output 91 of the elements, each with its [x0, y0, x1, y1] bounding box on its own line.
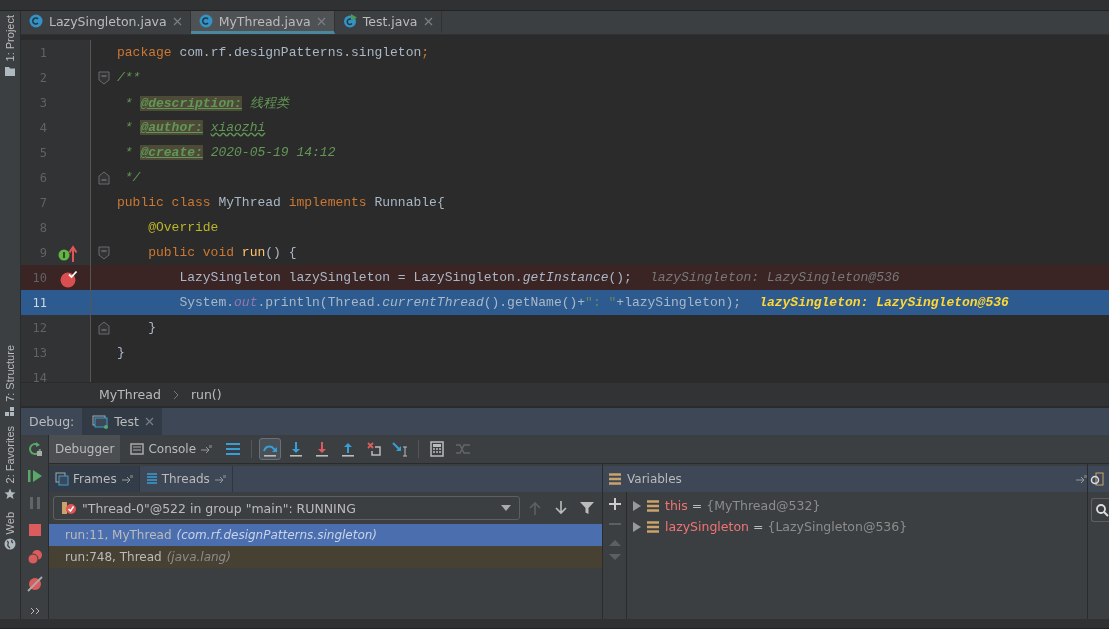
close-icon [172, 16, 182, 26]
list-icon [225, 441, 242, 457]
code-line: /** [117, 70, 141, 85]
close-icon [423, 16, 433, 26]
star-icon [4, 487, 16, 500]
fold-icon [98, 170, 110, 185]
search-field[interactable] [1091, 498, 1109, 522]
code-line: LazySingleton lazySingleton = LazySingleton.getInstance(); [178, 270, 632, 285]
code-line: } [147, 320, 156, 335]
line-number: 10 [31, 270, 47, 285]
code-line: */ [123, 170, 141, 185]
structure-icon [4, 406, 16, 419]
tool-window-button[interactable]: 2: Favorites [4, 426, 16, 500]
code-line: System.out.println(Thread.currentThread().getName()+": "+lazySingleton); [178, 295, 742, 310]
search-icon [1095, 503, 1109, 517]
code-line: public class MyThread implements Runnable{ [117, 195, 445, 210]
editor-tab[interactable]: LazySingleton.java [21, 11, 191, 34]
session-tab[interactable]: Test [82, 408, 162, 435]
stack-frame[interactable]: run:11, MyThread (com.rf.designPatterns.singleton) [49, 524, 602, 546]
class-run-icon [342, 14, 357, 28]
line-number: 11 [31, 295, 47, 310]
panel-tab[interactable]: Frames [49, 466, 140, 492]
code-line: } [117, 345, 125, 360]
editor-tab[interactable]: MyThread.java [190, 11, 335, 34]
variable-entry[interactable]: this = {MyThread@532} [665, 498, 821, 513]
drop-frame-icon [366, 441, 383, 457]
debug-tab[interactable]: Debugger [49, 435, 121, 463]
down-triangle-icon [608, 554, 621, 562]
stack-frame[interactable]: run:748, Thread (java.lang) [49, 546, 602, 568]
resume-icon [26, 468, 43, 485]
panel-tab[interactable]: Threads [139, 466, 233, 492]
code-line: @Override [147, 220, 219, 235]
folder-icon [4, 65, 16, 78]
field-icon [647, 520, 659, 533]
fold-icon [98, 245, 110, 260]
debug-tab[interactable]: Console [124, 435, 219, 463]
variables-header: Variables [603, 466, 1087, 492]
inline-value-hint: lazySingleton: LazySingleton@536 [649, 270, 900, 285]
tool-window-button[interactable]: Web [4, 511, 16, 551]
thread-dropdown[interactable]: "Thread-0"@522 in group "main": RUNNING [53, 496, 520, 520]
mute-breakpoints-icon [26, 575, 43, 592]
fold-icon [98, 70, 110, 85]
up-triangle-icon [608, 538, 621, 546]
editor-tab[interactable]: Test.java [334, 11, 442, 34]
pin-icon [213, 474, 226, 484]
breadcrumb-item[interactable]: MyThread [99, 387, 161, 402]
run-to-cursor-icon [392, 441, 409, 457]
variable-entry[interactable]: lazySingleton = {LazySingleton@536} [665, 519, 908, 534]
thread-breakpoint-icon [62, 501, 76, 515]
variables-icon [609, 473, 621, 485]
tool-window-button[interactable]: 1: Project [4, 15, 16, 78]
down-arrow-icon [555, 501, 567, 515]
globe-icon [4, 538, 16, 551]
watches-icon [1090, 472, 1104, 486]
console-icon [130, 442, 145, 456]
plus-icon [608, 498, 621, 510]
up-arrow-icon [529, 501, 541, 515]
close-icon [144, 417, 154, 426]
breakpoints-icon [26, 548, 43, 565]
expand-arrow-icon[interactable] [633, 500, 641, 511]
tool-window-button[interactable]: 7: Structure [4, 345, 16, 419]
close-icon [316, 16, 326, 26]
pin-icon [120, 474, 133, 484]
class-icon [198, 14, 213, 28]
code-line: * @author: xiaozhi [123, 120, 266, 135]
pin-icon [200, 444, 213, 454]
console-icon [92, 414, 109, 429]
fold-icon [98, 320, 110, 335]
class-icon [29, 14, 43, 28]
force-step-into-icon [314, 441, 331, 457]
rerun-icon [26, 441, 43, 458]
calculator-icon [429, 441, 446, 457]
panel-title: Debug: [28, 414, 76, 429]
threads-icon [145, 472, 158, 486]
inline-value-hint: lazySingleton: LazySingleton@536 [759, 295, 1009, 310]
trace-icon [455, 441, 472, 457]
frames-icon [55, 472, 69, 486]
stop-icon [26, 522, 43, 538]
expand-arrow-icon[interactable] [633, 521, 641, 532]
pin-icon [1075, 474, 1087, 484]
code-line: package com.rf.designPatterns.singleton; [117, 45, 430, 60]
filter-icon [580, 501, 594, 515]
code-line: public void run() { [147, 245, 297, 260]
toolbar-button[interactable] [259, 438, 282, 460]
breadcrumb-item[interactable]: run() [190, 387, 222, 402]
field-icon [647, 499, 659, 512]
dropdown-caret-icon [501, 505, 511, 511]
step-out-icon [340, 441, 357, 457]
code-line: * @create: 2020-05-19 14:12 [123, 145, 336, 160]
step-into-icon [288, 441, 305, 457]
chevron-icon [172, 389, 179, 400]
